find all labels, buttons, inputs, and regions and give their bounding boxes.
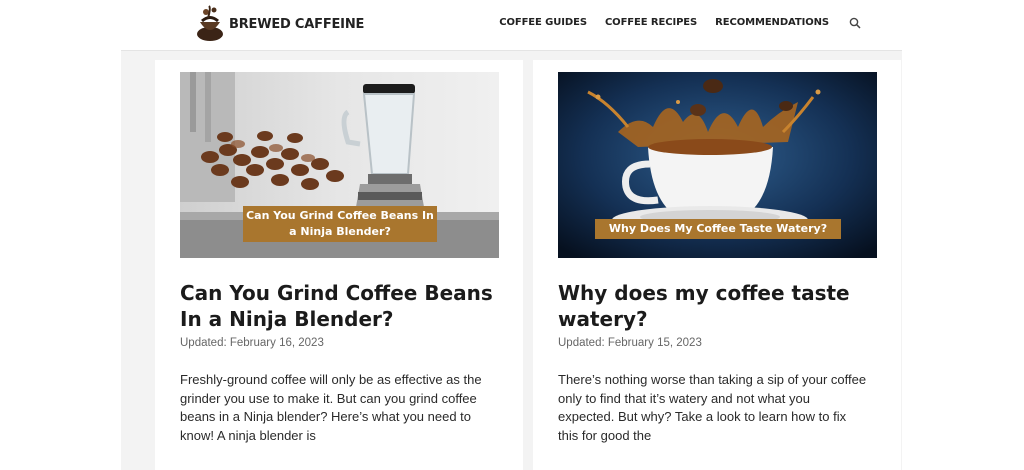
thumbnail-caption: Why Does My Coffee Taste Watery? [595,219,841,239]
post-title[interactable]: Why does my coffee taste watery? [558,280,888,332]
post-card: Why Does My Coffee Taste Watery? Why doe… [533,60,901,470]
nav-coffee-guides[interactable]: COFFEE GUIDES [499,17,587,28]
nav-coffee-recipes[interactable]: COFFEE RECIPES [605,17,697,28]
thumbnail-caption: Can You Grind Coffee Beans In a Ninja Bl… [243,206,437,242]
post-thumbnail[interactable]: Can You Grind Coffee Beans In a Ninja Bl… [180,72,499,258]
site-header: BREWED CAFFEINE COFFEE GUIDES COFFEE REC… [121,0,902,51]
coffee-cup-logo-icon [193,4,227,44]
search-icon[interactable] [849,16,861,29]
site-name: BREWED CAFFEINE [229,16,365,32]
post-excerpt: Freshly-ground coffee will only be as ef… [180,372,482,443]
post-card: Can You Grind Coffee Beans In a Ninja Bl… [155,60,523,470]
main-nav: COFFEE GUIDES COFFEE RECIPES RECOMMENDAT… [499,0,861,44]
post-date: Updated: February 16, 2023 [180,337,324,349]
post-title[interactable]: Can You Grind Coffee Beans In a Ninja Bl… [180,280,510,332]
nav-recommendations[interactable]: RECOMMENDATIONS [715,17,829,28]
site-logo[interactable]: BREWED CAFFEINE [193,4,364,44]
post-excerpt: There’s nothing worse than taking a sip … [558,372,867,443]
post-date: Updated: February 15, 2023 [558,337,702,349]
post-thumbnail[interactable]: Why Does My Coffee Taste Watery? [558,72,877,258]
